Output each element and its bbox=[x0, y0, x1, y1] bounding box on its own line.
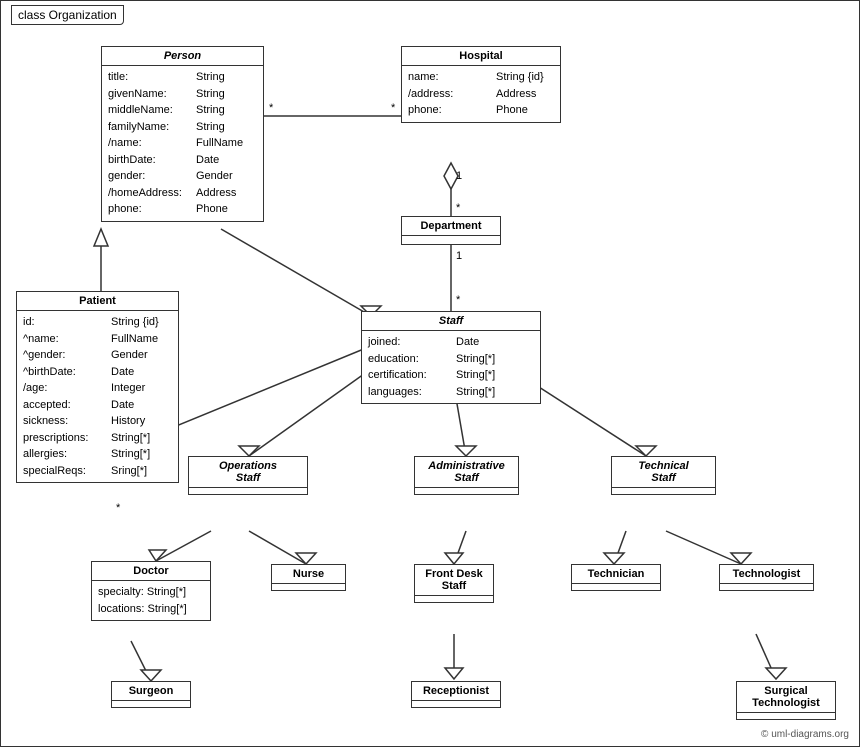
svg-text:*: * bbox=[456, 202, 461, 214]
front-desk-staff-title: Front DeskStaff bbox=[415, 565, 493, 596]
svg-text:*: * bbox=[269, 102, 274, 114]
staff-class: Staff joined:Date education:String[*] ce… bbox=[361, 311, 541, 404]
technician-class: Technician bbox=[571, 564, 661, 591]
technician-title: Technician bbox=[572, 565, 660, 584]
surgeon-class: Surgeon bbox=[111, 681, 191, 708]
surgical-technologist-class: SurgicalTechnologist bbox=[736, 681, 836, 720]
technical-staff-title: TechnicalStaff bbox=[612, 457, 715, 488]
department-attrs bbox=[402, 236, 500, 244]
receptionist-class: Receptionist bbox=[411, 681, 501, 708]
surgical-technologist-title: SurgicalTechnologist bbox=[737, 682, 835, 713]
hospital-title: Hospital bbox=[402, 47, 560, 66]
technologist-title: Technologist bbox=[720, 565, 813, 584]
doctor-attrs: specialty: String[*] locations: String[*… bbox=[92, 581, 210, 620]
nurse-class: Nurse bbox=[271, 564, 346, 591]
person-attrs: title:String givenName:String middleName… bbox=[102, 66, 263, 221]
nurse-title: Nurse bbox=[272, 565, 345, 584]
svg-text:*: * bbox=[456, 294, 461, 306]
person-class: Person title:String givenName:String mid… bbox=[101, 46, 264, 222]
doctor-class: Doctor specialty: String[*] locations: S… bbox=[91, 561, 211, 621]
receptionist-title: Receptionist bbox=[412, 682, 500, 701]
department-title: Department bbox=[402, 217, 500, 236]
hospital-attrs: name:String {id} /address:Address phone:… bbox=[402, 66, 560, 122]
department-class: Department bbox=[401, 216, 501, 245]
operations-staff-title: OperationsStaff bbox=[189, 457, 307, 488]
surgeon-title: Surgeon bbox=[112, 682, 190, 701]
hospital-class: Hospital name:String {id} /address:Addre… bbox=[401, 46, 561, 123]
svg-text:*: * bbox=[116, 502, 121, 514]
svg-text:1: 1 bbox=[456, 170, 462, 182]
svg-text:1: 1 bbox=[456, 250, 462, 262]
person-title: Person bbox=[102, 47, 263, 66]
diagram-title: class Organization bbox=[11, 5, 124, 25]
patient-title: Patient bbox=[17, 292, 178, 311]
front-desk-staff-class: Front DeskStaff bbox=[414, 564, 494, 603]
administrative-staff-class: AdministrativeStaff bbox=[414, 456, 519, 495]
patient-class: Patient id:String {id} ^name:FullName ^g… bbox=[16, 291, 179, 483]
copyright: © uml-diagrams.org bbox=[761, 729, 849, 740]
operations-staff-class: OperationsStaff bbox=[188, 456, 308, 495]
staff-attrs: joined:Date education:String[*] certific… bbox=[362, 331, 540, 403]
patient-attrs: id:String {id} ^name:FullName ^gender:Ge… bbox=[17, 311, 178, 482]
technical-staff-class: TechnicalStaff bbox=[611, 456, 716, 495]
administrative-staff-title: AdministrativeStaff bbox=[415, 457, 518, 488]
technologist-class: Technologist bbox=[719, 564, 814, 591]
staff-title: Staff bbox=[362, 312, 540, 331]
diagram-container: class Organization * * 1 * 1 * * bbox=[0, 0, 860, 747]
doctor-title: Doctor bbox=[92, 562, 210, 581]
svg-text:*: * bbox=[391, 102, 396, 114]
